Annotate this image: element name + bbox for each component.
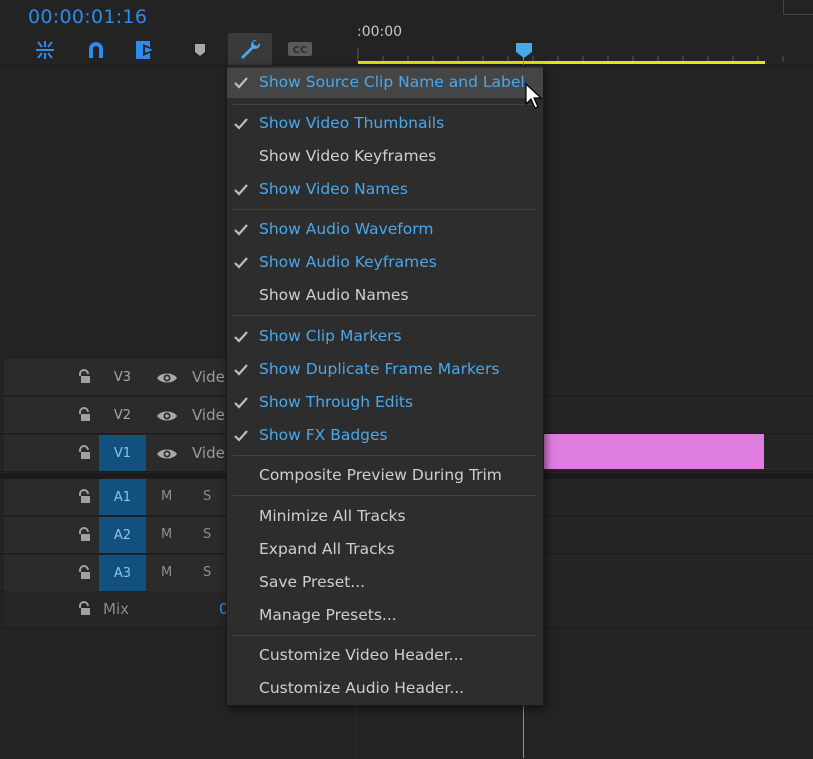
lock-icon[interactable] [76,407,92,423]
track-name[interactable]: Vide [192,406,225,424]
menu-item-label: Show Source Clip Name and Label [259,73,525,91]
menu-separator [233,635,537,636]
menu-item-label: Customize Video Header... [259,646,464,664]
mute-button[interactable]: M [161,489,172,504]
menu-item-show-video-keyframes[interactable]: Show Video Keyframes [227,142,543,172]
menu-item-customize-video-header[interactable]: Customize Video Header... [227,641,543,671]
menu-item-label: Show Audio Keyframes [259,253,437,271]
menu-item-label: Manage Presets... [259,606,397,624]
insert-nest-icon[interactable] [33,38,57,62]
menu-separator [233,495,537,496]
panel-divider [783,0,813,15]
solo-button[interactable]: S [203,565,211,580]
solo-button[interactable]: S [203,527,211,542]
checkmark-icon [233,182,249,198]
track-label-targeted[interactable]: A3 [99,555,146,591]
video-clip[interactable] [541,434,764,469]
timeline-settings-button[interactable] [228,33,272,65]
menu-separator [233,104,537,105]
solo-button[interactable]: S [203,489,211,504]
ruler-start-time: :00:00 [357,24,403,40]
menu-item-show-audio-keyframes[interactable]: Show Audio Keyframes [227,248,543,278]
checkmark-icon [233,116,249,132]
menu-item-show-fx-badges[interactable]: Show FX Badges [227,421,543,451]
menu-item-label: Show Video Names [259,180,408,198]
lock-icon[interactable] [76,565,92,581]
svg-text:CC: CC [293,45,308,56]
eye-icon[interactable] [156,370,178,389]
wrench-icon [238,38,262,64]
menu-item-label: Minimize All Tracks [259,507,406,525]
menu-item-label: Show Audio Names [259,286,409,304]
track-label-targeted[interactable]: A1 [99,479,146,515]
checkmark-icon [233,428,249,444]
menu-item-composite-preview-during-trim[interactable]: Composite Preview During Trim [227,461,543,491]
menu-item-label: Composite Preview During Trim [259,466,502,484]
menu-item-minimize-all-tracks[interactable]: Minimize All Tracks [227,502,543,532]
menu-item-label: Expand All Tracks [259,540,395,558]
mute-button[interactable]: M [161,565,172,580]
track-name[interactable]: Vide [192,444,225,462]
track-label-targeted[interactable]: V1 [99,435,146,471]
eye-icon[interactable] [156,408,178,427]
menu-item-show-clip-markers[interactable]: Show Clip Markers [227,322,543,352]
menu-item-customize-audio-header[interactable]: Customize Audio Header... [227,674,543,704]
menu-item-show-through-edits[interactable]: Show Through Edits [227,388,543,418]
menu-separator [233,455,537,456]
checkmark-icon [233,329,249,345]
menu-item-label: Show FX Badges [259,426,388,444]
track-label[interactable]: V3 [99,359,146,395]
timeline-display-settings-menu: Show Source Clip Name and Label Show Vid… [226,65,544,706]
menu-separator [233,209,537,210]
add-marker-icon[interactable] [188,38,212,62]
lock-icon[interactable] [76,527,92,543]
checkmark-icon [233,222,249,238]
menu-item-label: Show Duplicate Frame Markers [259,360,500,378]
checkmark-icon [233,362,249,378]
menu-item-label: Show Clip Markers [259,327,402,345]
eye-icon[interactable] [156,446,178,465]
work-area-bar[interactable] [358,61,765,64]
menu-item-save-preset[interactable]: Save Preset... [227,568,543,598]
playhead-timecode[interactable]: 00:00:01:16 [28,6,147,28]
menu-separator [233,315,537,316]
playhead-handle[interactable] [515,42,533,58]
captions-cc-icon[interactable]: CC [287,39,313,59]
menu-item-show-source-clip-name[interactable]: Show Source Clip Name and Label [227,68,543,98]
menu-item-show-audio-waveform[interactable]: Show Audio Waveform [227,215,543,245]
menu-item-label: Save Preset... [259,573,366,591]
menu-item-expand-all-tracks[interactable]: Expand All Tracks [227,535,543,565]
menu-item-show-duplicate-frame-markers[interactable]: Show Duplicate Frame Markers [227,355,543,385]
menu-item-label: Show Audio Waveform [259,220,434,238]
lock-icon[interactable] [76,445,92,461]
track-name[interactable]: Vide [192,368,225,386]
checkmark-icon [233,255,249,271]
lock-icon[interactable] [76,369,92,385]
mix-track-label: Mix [103,600,129,618]
menu-item-label: Customize Audio Header... [259,679,465,697]
checkmark-icon [233,395,249,411]
lock-icon[interactable] [76,489,92,505]
linked-selection-icon[interactable] [134,38,158,62]
mute-button[interactable]: M [161,527,172,542]
menu-item-show-video-names[interactable]: Show Video Names [227,175,543,205]
menu-item-show-audio-names[interactable]: Show Audio Names [227,281,543,311]
track-label[interactable]: V2 [99,397,146,433]
track-label-targeted[interactable]: A2 [99,517,146,553]
menu-item-label: Show Video Keyframes [259,147,437,165]
lock-icon[interactable] [76,601,92,617]
menu-item-manage-presets[interactable]: Manage Presets... [227,601,543,631]
menu-item-show-video-thumbnails[interactable]: Show Video Thumbnails [227,109,543,139]
menu-item-label: Show Video Thumbnails [259,114,445,132]
menu-item-label: Show Through Edits [259,393,414,411]
mouse-pointer-icon [525,83,543,109]
snap-magnet-icon[interactable] [84,38,108,62]
checkmark-icon [233,75,249,91]
